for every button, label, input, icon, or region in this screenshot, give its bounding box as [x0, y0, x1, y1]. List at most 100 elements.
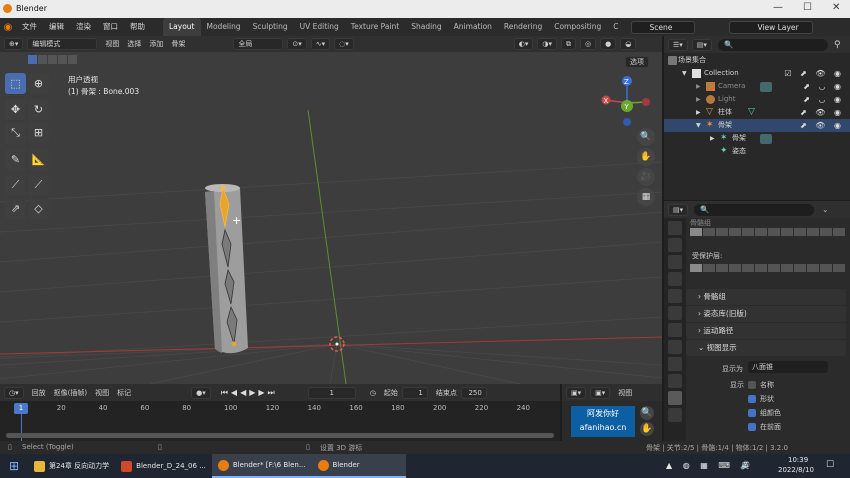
taskbar-blender-1[interactable]: Blender* [F:\6 Blen...	[211, 454, 312, 478]
scale-icon[interactable]: ⤡	[5, 122, 26, 144]
menu-timeline-view[interactable]: 视图	[95, 388, 109, 398]
panel-motion-paths[interactable]: › 运动路径	[686, 323, 846, 339]
outliner-collection-row[interactable]: ▼ Collection ☑ ⬈ 👁 ◉	[664, 67, 850, 80]
world-tab-icon[interactable]	[668, 306, 682, 320]
select-subtract-icon[interactable]	[48, 55, 57, 64]
render-tab-icon[interactable]	[668, 238, 682, 252]
3d-viewport[interactable]: +	[0, 52, 662, 384]
menu-window[interactable]: 窗口	[97, 18, 124, 36]
tab-more[interactable]: C	[607, 18, 624, 36]
start-windows-icon[interactable]: ⊞	[0, 459, 28, 473]
timeline-area[interactable]: 20 40 60 80 100 120 140 160 180 200 220 240 1	[0, 401, 560, 441]
collection-visibility-icons[interactable]: ☑ ⬈ 👁 ◉	[784, 67, 844, 80]
camera-view-icon[interactable]: 🎥	[637, 168, 655, 186]
check-group-colors[interactable]: 组颜色	[748, 408, 781, 418]
protected-grid-b[interactable]	[768, 264, 845, 280]
tab-texture-paint[interactable]: Texture Paint	[345, 18, 405, 36]
tab-rendering[interactable]: Rendering	[498, 18, 548, 36]
timeline-editor-icon[interactable]: ◷▾	[4, 386, 24, 399]
roll-icon[interactable]: ⟋	[5, 174, 26, 196]
tab-shading[interactable]: Shading	[405, 18, 447, 36]
blender-menu-icon[interactable]: ◉	[0, 18, 16, 36]
light-visibility-icons[interactable]: ⬈ ◡ ◉	[803, 93, 844, 106]
image-editor-mode-icon[interactable]: ▣▾	[590, 386, 611, 399]
select-invert-icon[interactable]	[58, 55, 67, 64]
navigation-gizmo[interactable]: Z Y X	[598, 72, 660, 134]
tab-uv-editing[interactable]: UV Editing	[294, 18, 345, 36]
minimize-button[interactable]: —	[773, 2, 783, 13]
layer-grid-a[interactable]	[690, 228, 767, 244]
clock-time[interactable]: 10:39	[788, 456, 808, 464]
outliner-editor-icon[interactable]: ☰▾	[668, 38, 688, 51]
props-editor-icon[interactable]: ▤▾	[668, 203, 689, 216]
clock-date[interactable]: 2022/8/10	[778, 466, 814, 474]
outliner-item-camera[interactable]: ▶ Camera ⬈ ◡ ◉	[664, 80, 850, 93]
expand-arrow-icon[interactable]: ▶	[696, 93, 701, 106]
options-button[interactable]: 选项	[625, 56, 649, 68]
tool-tab-icon[interactable]	[668, 221, 682, 235]
notification-icon[interactable]: ☐	[826, 460, 834, 470]
menu-marker[interactable]: 标记	[117, 388, 131, 398]
props-search-input[interactable]: 🔍	[694, 203, 815, 216]
panel-bone-groups[interactable]: › 骨骼组	[686, 289, 846, 305]
physics-tab-icon[interactable]	[668, 374, 682, 388]
tab-layout[interactable]: Layout	[163, 18, 201, 36]
menu-view[interactable]: 视图	[105, 39, 119, 49]
menu-select[interactable]: 选择	[127, 39, 141, 49]
outliner-display-icon[interactable]: ▤▾	[691, 38, 712, 51]
menu-file[interactable]: 文件	[16, 18, 43, 36]
props-options-icon[interactable]: ⌄	[822, 205, 828, 214]
menu-render[interactable]: 渲染	[70, 18, 97, 36]
check-shape[interactable]: 形状	[748, 394, 774, 404]
expand-arrow-icon[interactable]: ▶	[696, 106, 701, 119]
scene-tab-icon[interactable]	[668, 289, 682, 303]
cursor-tool-icon[interactable]: ⊕	[28, 73, 49, 94]
maximize-button[interactable]: ☐	[803, 2, 812, 13]
checkbox-shape[interactable]	[748, 395, 756, 403]
bone-size-icon[interactable]: ⟋	[28, 174, 49, 196]
menu-keying[interactable]: 抠像(插帧)	[54, 388, 87, 398]
menu-edit[interactable]: 编辑	[43, 18, 70, 36]
outliner-root-row[interactable]: 场景集合	[664, 54, 850, 67]
mode-selector[interactable]: 编辑模式	[27, 38, 98, 50]
collapse-arrow-icon[interactable]: ▼	[682, 67, 687, 80]
move-icon[interactable]: ✥	[5, 99, 26, 120]
select-box-icon[interactable]: ⬚	[5, 73, 26, 94]
display-as-dropdown[interactable]: 八面锥	[748, 361, 828, 373]
check-in-front[interactable]: 在前面	[748, 422, 781, 432]
armature-data-tab-icon[interactable]	[668, 391, 682, 405]
axis-gizmo[interactable]: Z Y X	[598, 72, 660, 134]
measure-icon[interactable]: 📐	[28, 148, 49, 170]
taskbar-blender-2[interactable]: Blender	[311, 454, 406, 478]
checkbox-group-colors[interactable]	[748, 409, 756, 417]
object-tab-icon[interactable]	[668, 323, 682, 337]
timeline-scrollbar[interactable]	[6, 433, 554, 438]
outliner-item-cylinder[interactable]: ▶ ▽ 柱体 ▽ ⬈ 👁 ◉	[664, 106, 850, 119]
start-frame-field[interactable]: 1	[401, 386, 428, 399]
transform-icon[interactable]: ⊞	[28, 122, 49, 143]
current-frame-field[interactable]: 1	[307, 386, 356, 399]
rotate-icon[interactable]: ↻	[28, 99, 49, 120]
outliner-item-armature-data[interactable]: ▶ ✶ 骨架	[664, 132, 850, 145]
envelope-icon[interactable]: ◇	[28, 197, 49, 219]
grid-perspective-icon[interactable]: ▦	[637, 188, 655, 206]
panel-viewport-display[interactable]: ⌄ 视图显示	[686, 340, 846, 356]
particles-tab-icon[interactable]	[668, 357, 682, 371]
bone-tab-icon[interactable]	[668, 408, 682, 422]
outliner-item-light[interactable]: ▶ Light ⬈ ◡ ◉	[664, 93, 850, 106]
scene-selector[interactable]: Scene	[630, 20, 695, 34]
tab-modeling[interactable]: Modeling	[201, 18, 247, 36]
armature-visibility-icons[interactable]: ⬈ 👁 ◉	[800, 119, 844, 132]
image-zoom-icon[interactable]: 🔍	[640, 406, 654, 420]
snap-icon[interactable]: ∿▾	[310, 38, 331, 50]
outliner-item-pose[interactable]: ✦ 姿态	[664, 145, 850, 158]
extrude-icon[interactable]: ⇗	[5, 197, 26, 219]
camera-visibility-icons[interactable]: ⬈ ◡ ◉	[803, 80, 844, 93]
record-icon[interactable]: ●▾	[191, 386, 211, 399]
menu-armature[interactable]: 骨架	[171, 39, 185, 49]
menu-help[interactable]: 帮助	[124, 18, 151, 36]
protected-grid-a[interactable]	[690, 264, 767, 280]
checkbox-name[interactable]	[748, 381, 756, 389]
proportional-icon[interactable]: ◌▾	[334, 38, 354, 50]
menu-playback[interactable]: 回放	[32, 388, 46, 398]
